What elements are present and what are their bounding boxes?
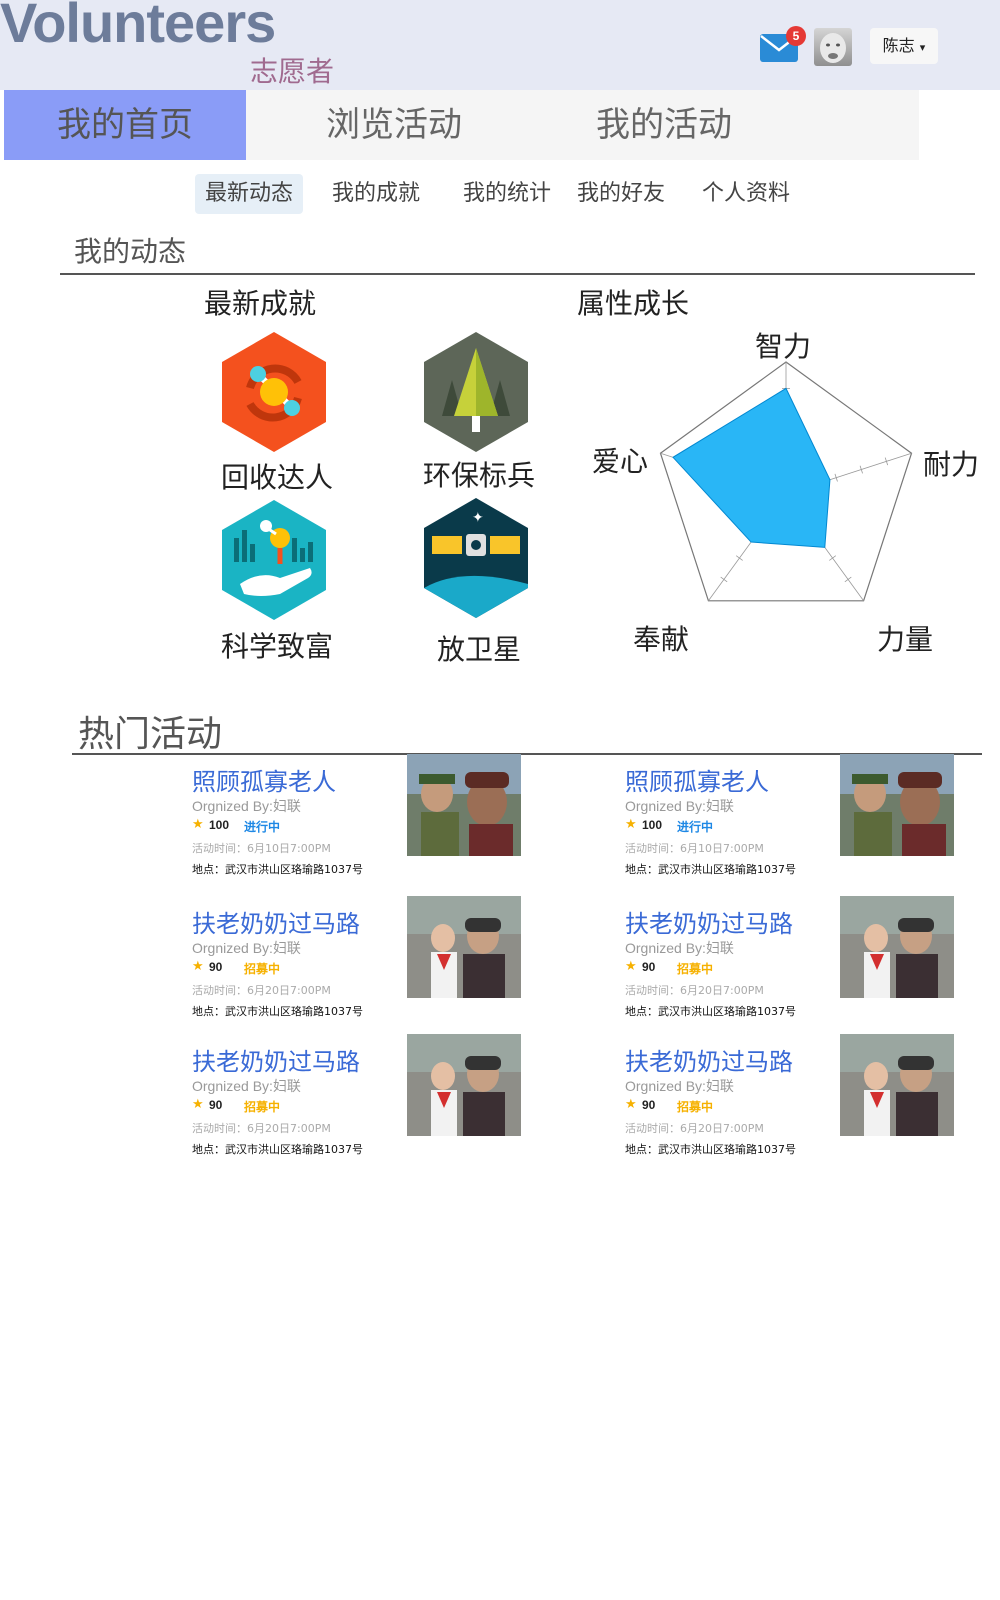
star-icon: ★ — [625, 817, 637, 832]
radar-label-intelligence: 智力 — [755, 330, 812, 363]
photo-child-grandma[interactable] — [840, 896, 954, 998]
photo-child-grandma[interactable] — [840, 1034, 954, 1136]
top-header: Volunteers 志愿者 5 陈志 ▾ — [0, 0, 1000, 90]
subnav-profile[interactable]: 个人资料 — [692, 174, 800, 214]
activity-status: 招募中 — [244, 962, 281, 976]
activity-status: 招募中 — [677, 1100, 714, 1114]
main-nav: 我的首页 浏览活动 我的活动 — [4, 90, 919, 160]
svg-text:✦: ✦ — [472, 510, 484, 526]
activity-location: 地点：武汉市洪山区珞瑜路1037号 — [192, 1005, 363, 1018]
activity-score: 100 — [209, 818, 230, 832]
activity-time: 活动时间：6月20日7:00PM — [625, 1122, 764, 1135]
activity-status: 进行中 — [677, 820, 714, 834]
badge-label: 环保标兵 — [422, 459, 535, 492]
activity-organizer: Orgnized By:妇联 — [192, 940, 301, 956]
radar-label-endurance: 耐力 — [923, 448, 980, 481]
badge-label: 回收达人 — [220, 461, 333, 494]
recycle-icon[interactable] — [220, 330, 328, 454]
activity-time: 活动时间：6月10日7:00PM — [625, 842, 764, 855]
star-icon: ★ — [625, 1097, 637, 1112]
tree-icon[interactable] — [422, 330, 530, 454]
unread-count-badge: 5 — [786, 26, 806, 46]
tab-browse-activities[interactable]: 浏览活动 — [274, 90, 514, 160]
avatar[interactable] — [814, 28, 852, 66]
activity-score: 100 — [642, 818, 663, 832]
tab-my-home[interactable]: 我的首页 — [4, 90, 246, 160]
subnav-my-achievements[interactable]: 我的成就 — [322, 174, 430, 214]
subnav-latest-dynamics[interactable]: 最新动态 — [195, 174, 304, 214]
hot-activities-title: 热门活动 — [78, 714, 223, 755]
badge-label: 放卫星 — [436, 633, 521, 666]
activity-score: 90 — [642, 1098, 656, 1112]
star-icon: ★ — [192, 1097, 204, 1112]
subnav-my-friends[interactable]: 我的好友 — [567, 174, 675, 214]
activity-location: 地点：武汉市洪山区珞瑜路1037号 — [625, 863, 796, 876]
section-divider — [60, 273, 975, 275]
brand-logo-cn: 志愿者 — [250, 55, 335, 88]
activity-status: 招募中 — [244, 1100, 281, 1114]
activity-organizer: Orgnized By:妇联 — [625, 1078, 734, 1094]
star-icon: ★ — [625, 959, 637, 974]
activity-title[interactable]: 扶老奶奶过马路 — [625, 904, 793, 939]
brand-logo-en[interactable]: Volunteers — [0, 0, 276, 55]
activity-score: 90 — [209, 960, 223, 974]
activity-time: 活动时间：6月20日7:00PM — [625, 984, 764, 997]
photo-child-grandma[interactable] — [407, 896, 521, 998]
activity-status: 进行中 — [244, 820, 281, 834]
activity-location: 地点：武汉市洪山区珞瑜路1037号 — [625, 1143, 796, 1156]
activity-score: 90 — [642, 960, 656, 974]
activity-status: 招募中 — [677, 962, 714, 976]
activity-title[interactable]: 扶老奶奶过马路 — [192, 904, 360, 939]
photo-elder-soldier[interactable] — [840, 754, 954, 856]
subnav-my-statistics[interactable]: 我的统计 — [453, 174, 561, 214]
activity-organizer: Orgnized By:妇联 — [625, 798, 734, 814]
activity-organizer: Orgnized By:妇联 — [625, 940, 734, 956]
star-icon: ★ — [192, 959, 204, 974]
badge-label: 科学致富 — [220, 630, 333, 663]
my-dynamics-title: 我的动态 — [74, 235, 187, 268]
user-name: 陈志 — [882, 36, 915, 55]
chevron-down-icon: ▾ — [919, 41, 926, 54]
user-menu-dropdown[interactable]: 陈志 ▾ — [870, 28, 938, 64]
tab-my-activities[interactable]: 我的活动 — [544, 90, 784, 160]
activity-location: 地点：武汉市洪山区珞瑜路1037号 — [625, 1005, 796, 1018]
satellite-icon[interactable]: ✦ — [422, 496, 530, 620]
latest-achievements-title: 最新成就 — [204, 287, 317, 320]
activity-title[interactable]: 照顾孤寡老人 — [192, 762, 336, 797]
activity-time: 活动时间：6月20日7:00PM — [192, 1122, 331, 1135]
radar-label-dedication: 奉献 — [633, 623, 690, 656]
science-hand-icon[interactable] — [220, 498, 328, 622]
photo-elder-soldier[interactable] — [407, 754, 521, 856]
activity-location: 地点：武汉市洪山区珞瑜路1037号 — [192, 1143, 363, 1156]
activity-score: 90 — [209, 1098, 223, 1112]
activity-location: 地点：武汉市洪山区珞瑜路1037号 — [192, 863, 363, 876]
radar-label-love: 爱心 — [592, 445, 649, 478]
activity-title[interactable]: 照顾孤寡老人 — [625, 762, 769, 797]
activity-title[interactable]: 扶老奶奶过马路 — [192, 1042, 360, 1077]
activity-organizer: Orgnized By:妇联 — [192, 1078, 301, 1094]
activity-time: 活动时间：6月10日7:00PM — [192, 842, 331, 855]
activity-title[interactable]: 扶老奶奶过马路 — [625, 1042, 793, 1077]
activity-organizer: Orgnized By:妇联 — [192, 798, 301, 814]
radar-label-strength: 力量 — [877, 623, 934, 656]
star-icon: ★ — [192, 817, 204, 832]
photo-child-grandma[interactable] — [407, 1034, 521, 1136]
activity-time: 活动时间：6月20日7:00PM — [192, 984, 331, 997]
